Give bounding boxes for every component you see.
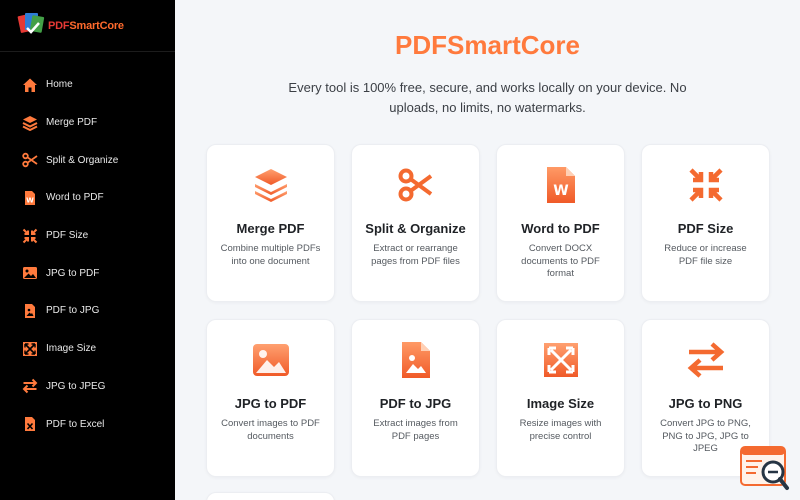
tool-card-pdf-to-jpg[interactable]: PDF to JPG Extract images from PDF pages bbox=[351, 319, 480, 477]
word-file-icon: W bbox=[497, 165, 624, 205]
tool-card-description: Extract images from PDF pages bbox=[373, 418, 458, 442]
sidebar-item-pdf-to-jpg[interactable]: PDF to JPG bbox=[0, 292, 175, 330]
brand-name: PDFSmartCore bbox=[48, 19, 124, 32]
compress-icon bbox=[22, 228, 38, 244]
sidebar-item-label: PDF Size bbox=[46, 230, 89, 242]
image-file-icon bbox=[352, 340, 479, 380]
tool-card-description: Convert DOCX documents to PDF format bbox=[521, 243, 600, 279]
sidebar: PDFSmartCore Home Merge PDF Split & Orga… bbox=[0, 0, 175, 500]
image-file-icon bbox=[22, 303, 38, 319]
sidebar-item-label: Merge PDF bbox=[46, 117, 98, 129]
image-icon bbox=[22, 265, 38, 281]
tool-card-title: JPG to PDF bbox=[234, 396, 307, 411]
sidebar-item-label: Image Size bbox=[46, 343, 97, 355]
svg-text:W: W bbox=[26, 196, 34, 204]
brand-logo-icon bbox=[16, 11, 50, 41]
sidebar-item-label: Split & Organize bbox=[46, 154, 119, 166]
tool-card-image-size[interactable]: Image Size Resize images with precise co… bbox=[496, 319, 625, 477]
sidebar-item-label: JPG to JPEG bbox=[46, 380, 106, 392]
brand[interactable]: PDFSmartCore bbox=[0, 0, 175, 52]
sidebar-item-split-organize[interactable]: Split & Organize bbox=[0, 141, 175, 179]
sidebar-item-jpg-to-pdf[interactable]: JPG to PDF bbox=[0, 254, 175, 292]
tool-card-description: Resize images with precise control bbox=[519, 418, 602, 442]
tool-card-title: PDF Size bbox=[677, 221, 734, 236]
tool-card-description: Reduce or increase PDF file size bbox=[664, 243, 747, 267]
page-subtitle: Every tool is 100% free, secure, and wor… bbox=[288, 80, 687, 115]
image-icon bbox=[207, 340, 334, 380]
sidebar-item-label: JPG to PDF bbox=[46, 267, 100, 279]
sidebar-item-pdf-size[interactable]: PDF Size bbox=[0, 217, 175, 255]
layers-icon bbox=[207, 165, 334, 205]
scissors-icon bbox=[352, 165, 479, 205]
floating-search-button[interactable] bbox=[740, 446, 790, 492]
sidebar-item-jpg-to-jpeg[interactable]: JPG to JPEG bbox=[0, 368, 175, 406]
tool-card-partial[interactable] bbox=[206, 492, 335, 500]
scissors-icon bbox=[22, 152, 38, 168]
tool-card-jpg-to-pdf[interactable]: JPG to PDF Convert images to PDF documen… bbox=[206, 319, 335, 477]
excel-file-icon bbox=[22, 416, 38, 432]
tool-card-description: Convert images to PDF documents bbox=[221, 418, 320, 442]
expand-icon bbox=[22, 341, 38, 357]
sidebar-item-merge-pdf[interactable]: Merge PDF bbox=[0, 104, 175, 142]
tool-card-title: Word to PDF bbox=[521, 221, 600, 236]
compress-icon bbox=[642, 165, 769, 205]
document-search-icon bbox=[740, 446, 789, 490]
svg-text:W: W bbox=[553, 183, 568, 199]
tool-card-title: Image Size bbox=[526, 396, 595, 411]
sidebar-item-label: Word to PDF bbox=[46, 192, 104, 204]
main-content: PDFSmartCore Every tool is 100% free, se… bbox=[175, 0, 800, 500]
tool-card-description: Extract or rearrange pages from PDF file… bbox=[371, 243, 460, 267]
tool-card-title: PDF to JPG bbox=[379, 396, 452, 411]
tool-card-merge-pdf[interactable]: Merge PDF Combine multiple PDFs into one… bbox=[206, 144, 335, 302]
home-icon bbox=[22, 77, 38, 93]
word-file-icon: W bbox=[22, 190, 38, 206]
sidebar-item-home[interactable]: Home bbox=[0, 66, 175, 104]
sidebar-item-label: PDF to Excel bbox=[46, 418, 105, 430]
sidebar-item-pdf-to-excel[interactable]: PDF to Excel bbox=[0, 405, 175, 443]
sidebar-item-word-to-pdf[interactable]: W Word to PDF bbox=[0, 179, 175, 217]
page-title: PDFSmartCore bbox=[395, 30, 580, 60]
tool-card-word-to-pdf[interactable]: W Word to PDF Convert DOCX documents to … bbox=[496, 144, 625, 302]
tool-card-title: Merge PDF bbox=[236, 221, 305, 236]
tool-card-pdf-size[interactable]: PDF Size Reduce or increase PDF file siz… bbox=[641, 144, 770, 302]
sidebar-nav: Home Merge PDF Split & Organize W Word t… bbox=[0, 66, 175, 443]
swap-icon bbox=[642, 340, 769, 380]
sidebar-item-label: Home bbox=[46, 79, 73, 91]
tool-card-title: Split & Organize bbox=[365, 221, 466, 236]
sidebar-item-label: PDF to JPG bbox=[46, 305, 100, 317]
sidebar-item-image-size[interactable]: Image Size bbox=[0, 330, 175, 368]
swap-icon bbox=[22, 378, 38, 394]
tool-card-description: Combine multiple PDFs into one document bbox=[220, 243, 321, 267]
tool-card-title: JPG to PNG bbox=[668, 396, 743, 411]
layers-icon bbox=[22, 115, 38, 131]
expand-icon bbox=[497, 340, 624, 380]
tool-card-split-organize[interactable]: Split & Organize Extract or rearrange pa… bbox=[351, 144, 480, 302]
